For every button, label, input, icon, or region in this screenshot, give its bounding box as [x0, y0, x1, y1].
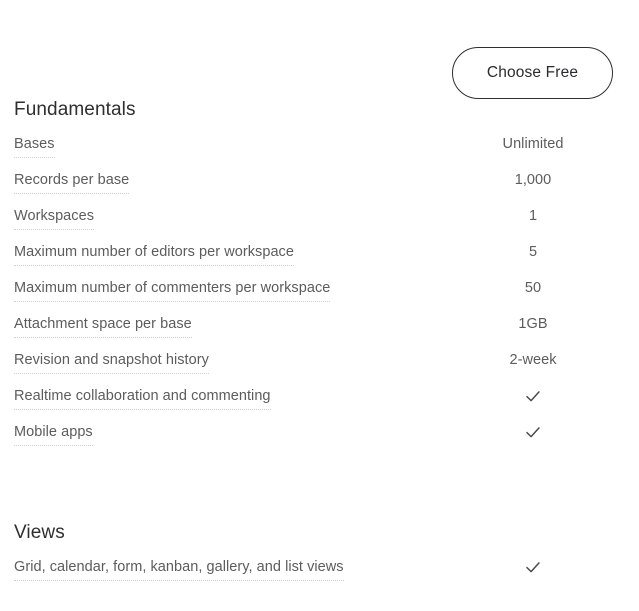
feature-rows: Grid, calendar, form, kanban, gallery, a… — [0, 558, 639, 594]
feature-value: Unlimited — [502, 136, 564, 152]
pricing-comparison-page: Free Choose Free Fundamentals Bases Unlimi… — [0, 0, 639, 611]
feature-label[interactable]: Attachment space per base — [14, 315, 192, 338]
section-title: Fundamentals — [14, 99, 136, 120]
check-icon — [524, 423, 542, 442]
feature-row: Grid, calendar, form, kanban, gallery, a… — [0, 558, 639, 594]
plan-column-header: Free Choose Free — [0, 0, 639, 99]
feature-sections: Fundamentals Bases Unlimited Records per ba… — [0, 98, 639, 594]
feature-rows: Bases Unlimited Records per base 1,000 Works… — [0, 135, 639, 459]
feature-row: Workspaces 1 — [0, 207, 639, 243]
feature-label[interactable]: Maximum number of editors per workspace — [14, 243, 294, 266]
feature-label[interactable]: Records per base — [14, 171, 130, 194]
feature-row: Maximum number of editors per workspace 5 — [0, 243, 639, 279]
choose-free-button[interactable]: Choose Free — [452, 47, 613, 99]
feature-label[interactable]: Bases — [14, 135, 55, 158]
feature-value-included — [453, 423, 613, 442]
feature-section: Fundamentals Bases Unlimited Records per ba… — [0, 98, 639, 459]
feature-value-included — [453, 558, 613, 577]
feature-label[interactable]: Maximum number of commenters per workspa… — [14, 279, 331, 302]
feature-value: 2-week — [509, 352, 557, 368]
feature-row: Attachment space per base 1GB — [0, 315, 639, 351]
feature-label[interactable]: Realtime collaboration and commenting — [14, 387, 271, 410]
feature-section: Views Grid, calendar, form, kanban, galle… — [0, 521, 639, 594]
section-title: Views — [14, 522, 65, 543]
feature-row: Revision and snapshot history 2-week — [0, 351, 639, 387]
pricing-scroll-content: Free Choose Free Fundamentals Bases Unlimi… — [0, 0, 639, 594]
feature-value: 1 — [528, 208, 538, 224]
feature-row: Realtime collaboration and commenting — [0, 387, 639, 423]
feature-label[interactable]: Workspaces — [14, 207, 95, 230]
feature-value: 1GB — [518, 316, 548, 332]
check-icon — [524, 558, 542, 577]
feature-row: Records per base 1,000 — [0, 171, 639, 207]
check-icon — [524, 387, 542, 406]
feature-value: 50 — [524, 280, 542, 296]
feature-value: 1,000 — [514, 172, 552, 188]
feature-label[interactable]: Grid, calendar, form, kanban, gallery, a… — [14, 558, 344, 581]
feature-label[interactable]: Mobile apps — [14, 423, 93, 446]
feature-value-included — [453, 387, 613, 406]
feature-label[interactable]: Revision and snapshot history — [14, 351, 209, 374]
feature-row: Mobile apps — [0, 423, 639, 459]
feature-row: Bases Unlimited — [0, 135, 639, 171]
feature-row: Maximum number of commenters per workspa… — [0, 279, 639, 315]
feature-value: 5 — [528, 244, 538, 260]
